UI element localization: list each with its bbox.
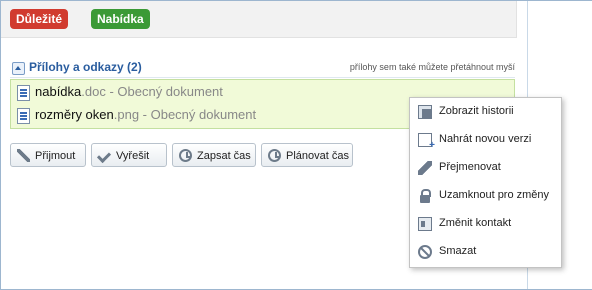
button-label: Přijmout bbox=[35, 150, 76, 162]
drag-drop-hint: přílohy sem také můžete přetáhnout myší bbox=[349, 62, 515, 72]
history-icon bbox=[418, 105, 432, 119]
tag-offer[interactable]: Nabídka bbox=[91, 9, 150, 29]
tag-bar: Důležité Nabídka bbox=[1, 1, 517, 38]
attachments-header: Přílohy a odkazy (2) přílohy sem také mů… bbox=[10, 59, 515, 77]
file-name[interactable]: nabídka bbox=[35, 84, 81, 99]
menu-item-upload-version[interactable]: Nahrát novou verzi bbox=[410, 126, 561, 154]
menu-item-show-history[interactable]: Zobrazit historii bbox=[410, 98, 561, 126]
menu-item-change-contact[interactable]: Změnit kontakt bbox=[410, 210, 561, 238]
menu-item-lock[interactable]: Uzamknout pro změny bbox=[410, 182, 561, 210]
resolve-button[interactable]: Vyřešit bbox=[91, 143, 167, 167]
menu-item-label: Uzamknout pro změny bbox=[439, 189, 550, 201]
image-document-icon bbox=[17, 108, 30, 124]
menu-item-delete[interactable]: Smazat bbox=[410, 238, 561, 266]
word-document-icon bbox=[17, 85, 30, 101]
collapse-toggle-icon[interactable] bbox=[12, 62, 25, 75]
context-menu: Zobrazit historii Nahrát novou verzi Pře… bbox=[409, 97, 562, 268]
delete-icon bbox=[418, 245, 432, 259]
file-type: .png - Obecný dokument bbox=[113, 107, 257, 122]
clock-icon bbox=[268, 149, 281, 162]
plan-time-button[interactable]: Plánovat čas bbox=[261, 143, 353, 167]
button-label: Vyřešit bbox=[116, 150, 150, 162]
contact-card-icon bbox=[418, 217, 432, 231]
accept-icon bbox=[17, 149, 30, 162]
menu-item-rename[interactable]: Přejmenovat bbox=[410, 154, 561, 182]
accept-button[interactable]: Přijmout bbox=[10, 143, 86, 167]
button-label: Zapsat čas bbox=[197, 150, 251, 162]
check-icon bbox=[98, 149, 111, 162]
lock-icon bbox=[418, 189, 432, 203]
menu-item-label: Změnit kontakt bbox=[439, 217, 512, 229]
menu-item-label: Smazat bbox=[439, 245, 477, 257]
file-name[interactable]: rozměry oken bbox=[35, 107, 114, 122]
log-time-button[interactable]: Zapsat čas bbox=[172, 143, 256, 167]
attachments-title[interactable]: Přílohy a odkazy (2) bbox=[29, 60, 142, 74]
button-label: Plánovat čas bbox=[286, 150, 349, 162]
pencil-icon bbox=[418, 161, 432, 175]
upload-version-icon bbox=[418, 133, 435, 151]
divider bbox=[10, 77, 515, 78]
file-type: .doc - Obecný dokument bbox=[81, 84, 223, 99]
tag-important[interactable]: Důležité bbox=[10, 9, 69, 29]
menu-item-label: Zobrazit historii bbox=[439, 105, 514, 117]
menu-item-label: Přejmenovat bbox=[439, 161, 501, 173]
clock-icon bbox=[179, 149, 192, 162]
menu-item-label: Nahrát novou verzi bbox=[439, 133, 532, 145]
